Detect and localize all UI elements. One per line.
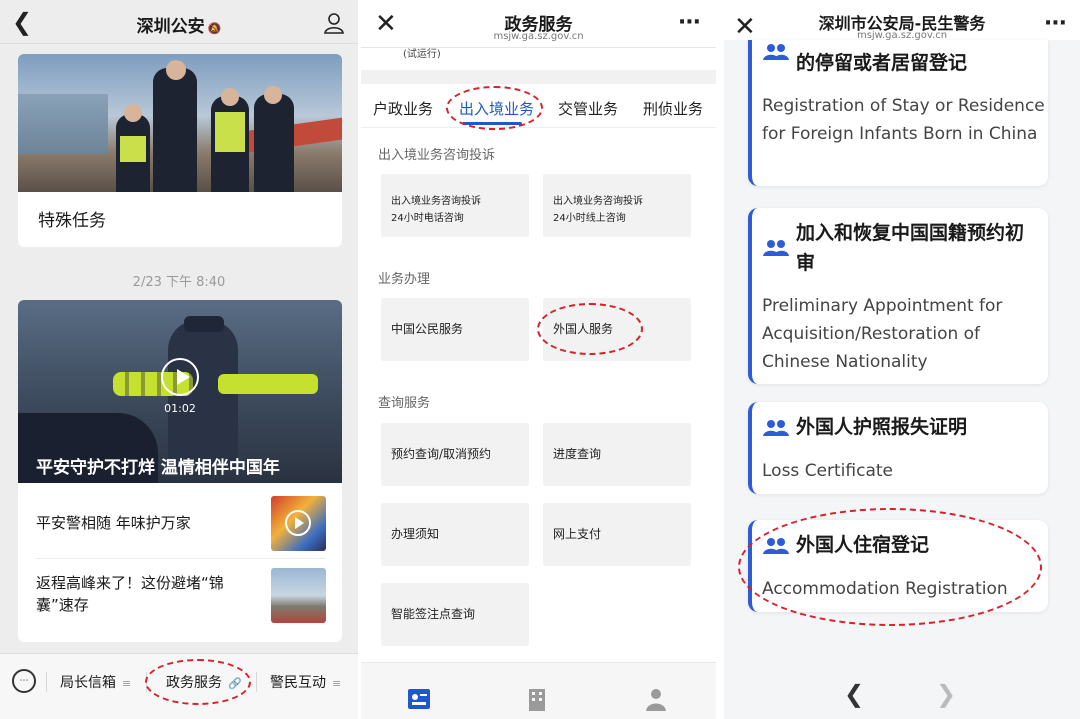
tile-citizen-services[interactable]: 中国公民服务 [381, 298, 529, 361]
tile-appointment-query[interactable]: 预约查询/取消预约 [381, 423, 529, 486]
tile-phone-consult[interactable]: 出入境业务咨询投诉 24小时电话咨询 [381, 174, 529, 237]
government-services-panel: ✕ 政务服务 msjw.ga.sz.gov.cn ··· (试运行) 户政业务 … [361, 0, 716, 719]
tab-criminal-investigation[interactable]: 刑侦业务 [643, 98, 703, 119]
message-timestamp: 2/23 下午 8:40 [132, 275, 226, 290]
article-title: 返程高峰来了！这份避堵“锦囊”速存 [36, 574, 224, 614]
video-title: 平安守护不打烊 温情相伴中国年 [36, 458, 280, 478]
police-team-photo [18, 54, 342, 192]
article-title: 平安警相随 年味护万家 [36, 514, 191, 532]
service-title-zh: 的停留或者居留登记 [796, 52, 968, 74]
link-icon: 🔗 [228, 677, 242, 690]
people-icon [763, 44, 789, 60]
browser-bottom-bar [724, 668, 1080, 719]
people-icon [763, 538, 789, 554]
tile-online-consult[interactable]: 出入境业务咨询投诉 24小时线上咨询 [543, 174, 691, 237]
service-title-en: Loss Certificate [762, 461, 893, 481]
people-icon [763, 240, 789, 256]
top-nav-bar: ✕ 政务服务 msjw.ga.sz.gov.cn ··· [361, 0, 716, 48]
menu-icon: ≡ [332, 677, 342, 690]
bottom-menu-bar: ⋯ 局长信箱 ≡ 政务服务 🔗 警民互动 ≡ [0, 653, 358, 719]
tile-foreigner-services[interactable]: 外国人服务 [543, 298, 691, 361]
more-options-icon[interactable]: ··· [678, 10, 701, 35]
menu-government-services[interactable]: 政务服务 🔗 [166, 672, 242, 692]
more-options-icon[interactable]: ··· [1044, 11, 1067, 36]
menu-police-interaction[interactable]: 警民互动 ≡ [270, 672, 341, 692]
tab-exit-entry[interactable]: 出入境业务 [459, 98, 534, 119]
menu-mailbox[interactable]: 局长信箱 ≡ [60, 672, 131, 692]
top-nav-bar: ❮ 深圳公安 🔕 [0, 0, 358, 44]
service-card[interactable]: 加入和恢复中国国籍预约初审 Preliminary Appointment fo… [748, 208, 1048, 384]
section-title: 查询服务 [378, 396, 431, 411]
play-icon[interactable] [161, 358, 199, 396]
building-icon[interactable] [525, 687, 549, 711]
list-item[interactable]: 平安警相随 年味护万家 [36, 496, 326, 555]
list-item[interactable]: 返程高峰来了！这份避堵“锦囊”速存 [36, 568, 326, 628]
service-title-en: Accommodation Registration [762, 579, 1008, 599]
service-card[interactable]: 外国人护照报失证明 Loss Certificate [748, 402, 1048, 494]
tile-online-payment[interactable]: 网上支付 [543, 503, 691, 566]
article-card-group: 01:02 平安守护不打烊 温情相伴中国年 平安警相随 年味护万家 返程高峰来了… [18, 300, 342, 642]
account-title: 深圳公安 [136, 17, 205, 37]
article-card-special-mission[interactable]: 特殊任务 [18, 54, 342, 247]
back-arrow-icon[interactable]: ❮ [844, 680, 864, 708]
article-caption: 特殊任务 [38, 211, 106, 231]
wechat-official-account-panel: ❮ 深圳公安 🔕 特殊任务 2/23 下午 8:40 01:02 平安守护不打烊 … [0, 0, 358, 719]
user-profile-icon[interactable] [324, 12, 344, 34]
tab-traffic[interactable]: 交管业务 [558, 98, 618, 119]
article-thumbnail [271, 496, 326, 551]
top-nav-bar: ✕ 深圳市公安局-民生警务 msjw.ga.sz.gov.cn ··· [724, 0, 1080, 41]
service-card[interactable]: 的停留或者居留登记 Registration of Stay or Reside… [748, 40, 1048, 186]
play-icon [285, 510, 311, 536]
tile-progress-query[interactable]: 进度查询 [543, 423, 691, 486]
service-title-en: Registration of Stay or Residence for Fo… [762, 96, 1045, 144]
section-title: 出入境业务咨询投诉 [378, 148, 496, 163]
bottom-tab-bar [361, 662, 716, 719]
people-icon [763, 420, 789, 436]
divider [36, 558, 326, 559]
section-title: 业务办理 [378, 272, 431, 287]
video-cover[interactable]: 01:02 平安守护不打烊 温情相伴中国年 [18, 300, 342, 483]
service-title-zh: 加入和恢复中国国籍预约初审 [796, 222, 1025, 274]
police-services-panel: ✕ 深圳市公安局-民生警务 msjw.ga.sz.gov.cn ··· 的停留或… [724, 0, 1080, 719]
page-url: msjw.ga.sz.gov.cn [493, 31, 584, 42]
id-card-icon[interactable] [407, 687, 431, 711]
service-card[interactable]: 外国人住宿登记 Accommodation Registration [748, 520, 1048, 612]
active-tab-indicator [462, 122, 522, 125]
menu-icon: ≡ [122, 677, 132, 690]
video-duration: 01:02 [164, 402, 196, 415]
forward-arrow-icon[interactable]: ❯ [936, 680, 956, 708]
service-title-en: Preliminary Appointment for Acquisition/… [762, 296, 1003, 372]
tile-instructions[interactable]: 办理须知 [381, 503, 529, 566]
category-tabs: 户政业务 出入境业务 交管业务 刑侦业务 [361, 84, 716, 128]
service-title-zh: 外国人护照报失证明 [796, 416, 968, 438]
service-title-zh: 外国人住宿登记 [796, 534, 930, 556]
article-thumbnail [271, 568, 326, 623]
tab-household[interactable]: 户政业务 [373, 98, 433, 119]
tile-endorsement-locations[interactable]: 智能签注点查询 [381, 583, 529, 646]
person-icon[interactable] [644, 687, 668, 711]
trial-label: (试运行) [403, 49, 441, 60]
keyboard-icon[interactable]: ⋯ [12, 669, 36, 693]
bell-slash-icon: 🔕 [207, 22, 222, 35]
